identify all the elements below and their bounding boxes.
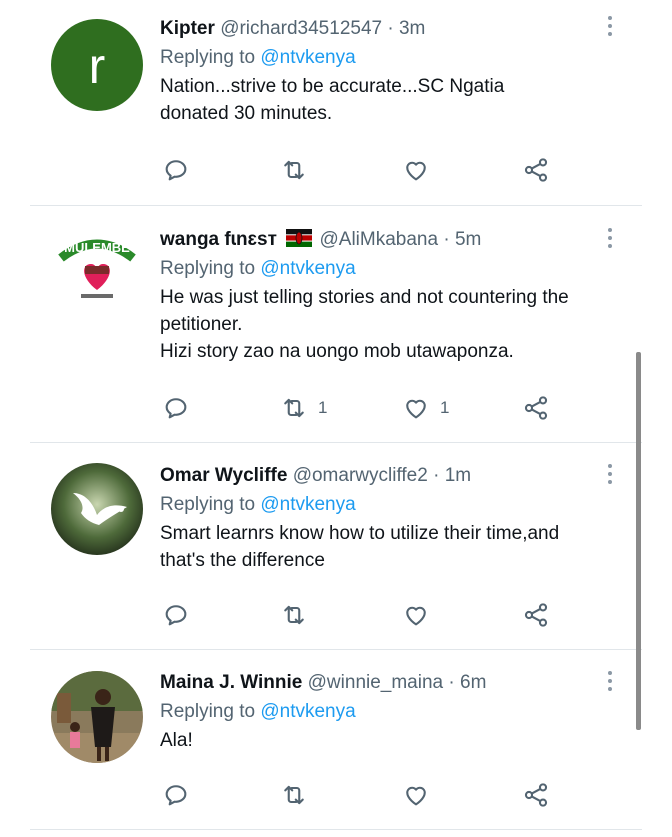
separator-dot: · bbox=[387, 18, 394, 39]
reply-button[interactable] bbox=[162, 155, 190, 185]
mention-link[interactable]: @ntvkenya bbox=[260, 258, 355, 279]
tweet-text: Ala! bbox=[160, 730, 193, 751]
separator-dot: · bbox=[443, 229, 450, 250]
reply-button[interactable] bbox=[162, 780, 190, 810]
like-button[interactable]: 1 bbox=[402, 393, 449, 423]
replying-label: Replying to bbox=[160, 258, 256, 279]
display-name[interactable]: Maina J. Winnie bbox=[160, 672, 302, 693]
separator-dot: · bbox=[433, 465, 440, 486]
replying-to: Replying to @ntvkenya bbox=[160, 493, 602, 517]
replying-label: Replying to bbox=[160, 701, 256, 722]
tweet-header: Omar Wycliffe @omarwycliffe2 · 1m bbox=[160, 464, 602, 488]
avatar[interactable]: r bbox=[51, 19, 143, 111]
avatar[interactable]: MULEMBE bbox=[51, 228, 143, 320]
share-button[interactable] bbox=[522, 600, 550, 630]
display-name[interactable]: Omar Wycliffe bbox=[160, 465, 287, 486]
like-button[interactable] bbox=[402, 155, 430, 185]
more-options-icon[interactable] bbox=[608, 16, 614, 40]
share-icon bbox=[524, 396, 548, 420]
mention-link[interactable]: @ntvkenya bbox=[260, 701, 355, 722]
like-icon bbox=[406, 161, 426, 181]
reply-icon bbox=[165, 605, 187, 626]
tweet-text: Smart learnrs know how to utilize their … bbox=[160, 523, 560, 571]
like-button[interactable] bbox=[402, 600, 430, 630]
retweet-button[interactable]: 1 bbox=[280, 393, 327, 423]
reply-icon bbox=[165, 398, 187, 419]
separator-dot: · bbox=[448, 672, 455, 693]
share-button[interactable] bbox=[522, 393, 550, 423]
tweet-actions bbox=[160, 155, 560, 185]
like-count: 1 bbox=[440, 398, 450, 417]
avatar-letter: r bbox=[89, 38, 106, 94]
tweet[interactable]: Maina J. Winnie @winnie_maina · 6m Reply… bbox=[0, 650, 672, 830]
share-icon bbox=[524, 603, 548, 627]
user-handle[interactable]: @winnie_maina bbox=[308, 672, 443, 693]
scrollbar[interactable] bbox=[636, 352, 641, 730]
like-button[interactable] bbox=[402, 780, 430, 810]
avatar[interactable] bbox=[51, 671, 143, 763]
kenya-flag-icon bbox=[286, 229, 313, 247]
timestamp[interactable]: 6m bbox=[460, 672, 486, 693]
tweet[interactable]: r Kipter @richard34512547 · 3m Replying … bbox=[0, 0, 672, 205]
tweet[interactable]: MULEMBE wanga fɩnɛsт @AliMkabana · 5m Re… bbox=[0, 206, 672, 442]
tweet-header: Maina J. Winnie @winnie_maina · 6m bbox=[160, 671, 602, 695]
retweet-count: 1 bbox=[318, 398, 328, 417]
display-name[interactable]: Kipter bbox=[160, 18, 215, 39]
share-button[interactable] bbox=[522, 780, 550, 810]
like-icon bbox=[406, 606, 426, 626]
retweet-icon bbox=[284, 160, 304, 180]
reply-button[interactable] bbox=[162, 600, 190, 630]
tweet-actions: 1 1 bbox=[160, 393, 560, 423]
more-options-icon[interactable] bbox=[608, 464, 614, 488]
timestamp[interactable]: 5m bbox=[455, 229, 481, 250]
tweet-header: Kipter @richard34512547 · 3m bbox=[160, 17, 602, 41]
replying-to: Replying to @ntvkenya bbox=[160, 257, 602, 281]
timestamp[interactable]: 3m bbox=[399, 18, 425, 39]
display-name[interactable]: wanga fɩnɛsт bbox=[160, 229, 277, 250]
like-icon bbox=[406, 786, 426, 806]
like-icon bbox=[406, 399, 426, 419]
divider bbox=[30, 829, 642, 830]
mention-link[interactable]: @ntvkenya bbox=[260, 494, 355, 515]
share-button[interactable] bbox=[522, 155, 550, 185]
avatar[interactable] bbox=[51, 463, 143, 555]
retweet-icon bbox=[284, 605, 304, 625]
retweet-button[interactable] bbox=[280, 600, 308, 630]
user-handle[interactable]: @richard34512547 bbox=[220, 18, 382, 39]
user-handle[interactable]: @AliMkabana bbox=[320, 229, 439, 250]
reply-icon bbox=[165, 160, 187, 181]
share-icon bbox=[524, 158, 548, 182]
more-options-icon[interactable] bbox=[608, 228, 614, 252]
tweet-actions bbox=[160, 780, 560, 810]
share-icon bbox=[524, 783, 548, 807]
tweet[interactable]: Omar Wycliffe @omarwycliffe2 · 1m Replyi… bbox=[0, 443, 672, 649]
replying-to: Replying to @ntvkenya bbox=[160, 700, 602, 724]
retweet-icon bbox=[284, 785, 304, 805]
reply-icon bbox=[165, 785, 187, 806]
retweet-icon bbox=[284, 398, 304, 418]
replying-to: Replying to @ntvkenya bbox=[160, 46, 602, 70]
logo-text: MULEMBE bbox=[64, 240, 130, 255]
tweet-actions bbox=[160, 600, 560, 630]
mention-link[interactable]: @ntvkenya bbox=[260, 47, 355, 68]
timestamp[interactable]: 1m bbox=[445, 465, 471, 486]
tweet-header: wanga fɩnɛsт @AliMkabana · 5m bbox=[160, 228, 602, 252]
user-handle[interactable]: @omarwycliffe2 bbox=[293, 465, 428, 486]
tweet-text: He was just telling stories and not coun… bbox=[160, 287, 569, 362]
more-options-icon[interactable] bbox=[608, 671, 614, 695]
replying-label: Replying to bbox=[160, 47, 256, 68]
retweet-button[interactable] bbox=[280, 780, 308, 810]
replying-label: Replying to bbox=[160, 494, 256, 515]
reply-button[interactable] bbox=[162, 393, 190, 423]
retweet-button[interactable] bbox=[280, 155, 308, 185]
tweet-text: Nation...strive to be accurate...SC Ngat… bbox=[160, 76, 505, 124]
